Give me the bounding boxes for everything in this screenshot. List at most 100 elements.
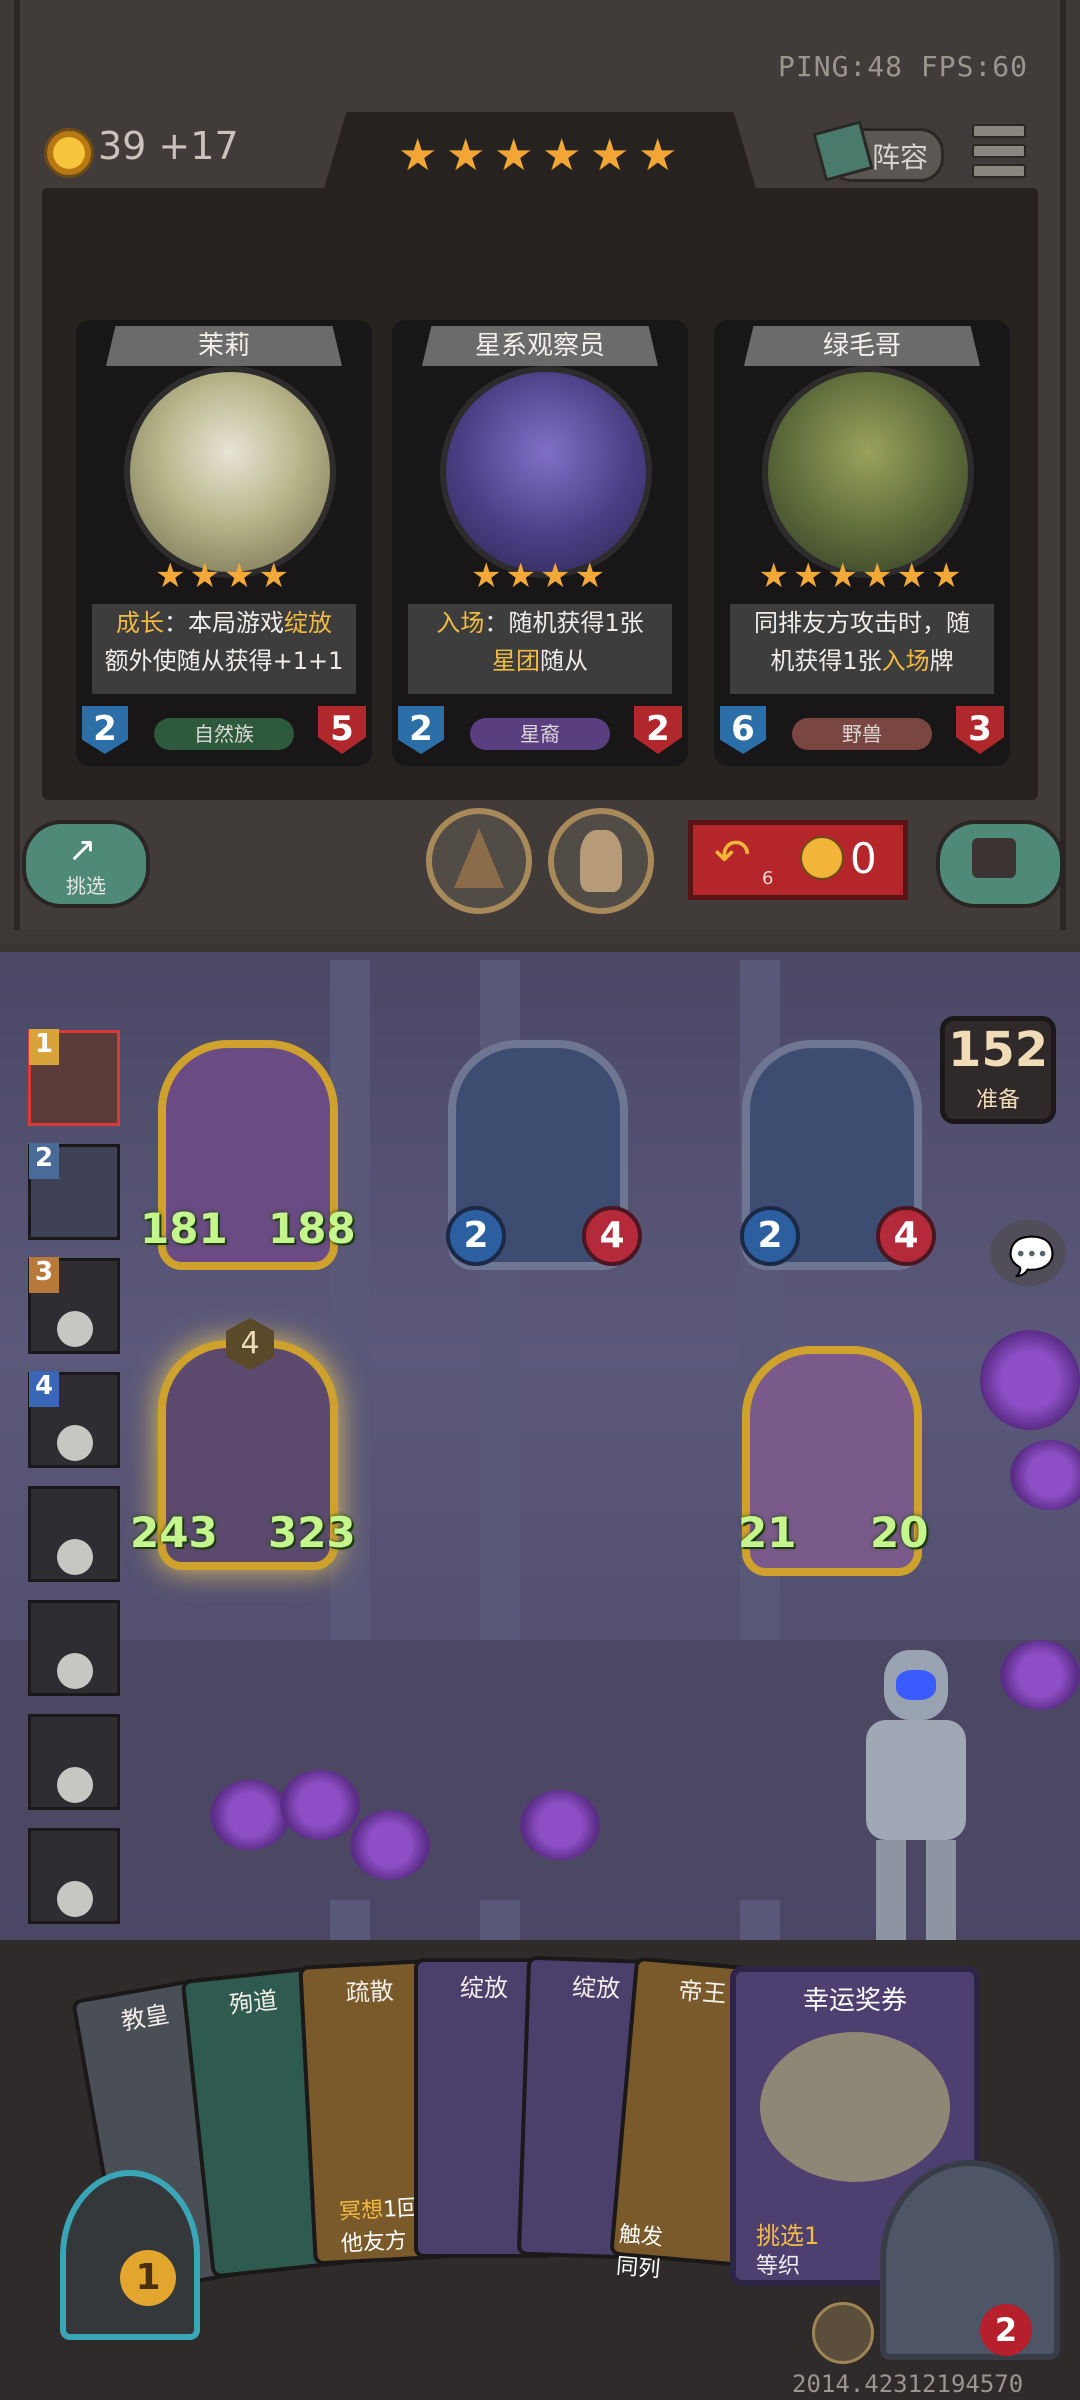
card-stars: ★★★★ [155,556,293,596]
rose-decoration [210,1780,290,1850]
rose-decoration [520,1790,600,1860]
desc-text: 牌 [929,647,954,675]
card-stars: ★★★★★★ [758,556,966,596]
card-attack: 6 [720,706,766,754]
hand-card-text: 挑选1 [756,2222,820,2250]
card-tribe: 自然族 [154,718,294,750]
desc-text: 机获得1张 [770,647,882,675]
tavern-star-tab [320,112,760,202]
minion-attack: 2 [740,1206,800,1266]
card-portrait [440,366,652,578]
keyword: 星团 [492,647,540,675]
hand-card-text: 等织 [756,2254,801,2279]
opponent-hero-portrait[interactable] [880,2160,1060,2360]
rank-entry-7[interactable] [28,1714,120,1810]
arrow-up-right-icon: ↗ [68,830,97,870]
rank-entry-8[interactable] [28,1828,120,1924]
skull-icon [57,1653,93,1689]
desc-text: ：随机获得1张 [484,609,644,637]
rank-entry-2[interactable]: 2 [28,1143,120,1240]
skull-icon [57,1425,93,1461]
card-description: 同排友方攻击时，随机获得1张入场牌 [730,604,994,694]
hand-card-text: 同列 [615,2254,662,2283]
desc-text: 额外使随从获得+1+1 [104,647,344,675]
emblem-button[interactable] [812,2302,874,2364]
opponent-health: 2 [980,2304,1032,2356]
rank-entry-6[interactable] [28,1600,120,1696]
player-rank-list: 1 2 3 4 [10,1020,120,1940]
card-attack: 2 [82,706,128,754]
keyword: 入场 [881,647,930,675]
trophy-icon [760,2032,950,2182]
minion-health: 323 [268,1508,356,1557]
minion-health: 4 [876,1206,936,1266]
menu-button[interactable] [972,124,1026,180]
tavern-star-icon: ★ [446,130,486,181]
hand-card-text: 触发 同列 [615,2216,664,2284]
lock-icon [972,838,1016,878]
shop-card-galaxy-observer[interactable]: 星系观察员 ★★★★ 入场：随机获得1张星团随从 2 星裔 2 [392,320,688,766]
card-stars: ★★★★ [471,556,609,596]
minion-attack: 243 [130,1508,218,1557]
card-health: 2 [634,706,682,754]
rank-entry-3[interactable]: 3 [28,1257,120,1354]
desc-text: ：本局游戏 [164,609,284,637]
rank-number: 4 [29,1371,59,1407]
gold-coin-icon [800,836,844,880]
rank-number: 1 [29,1029,59,1065]
tavern-star-icon: ★ [590,130,630,181]
gold-coin-icon [44,128,94,178]
card-name: 茉莉 [106,326,342,366]
refresh-gold-cost: 0 [850,834,877,883]
build-version: 2014.42312194570 [792,2370,1024,2398]
card-description: 成长：本局游戏绽放 额外使随从获得+1+1 [92,604,356,694]
skull-icon [57,1311,93,1347]
rose-decoration [980,1330,1080,1430]
tavern-star-icon: ★ [542,130,582,181]
card-portrait [762,366,974,578]
keyword: 入场 [436,609,485,637]
minion-health: 4 [582,1206,642,1266]
hand-card-text: 触发 [617,2222,664,2251]
robot-body [866,1720,966,1840]
rose-decoration [280,1770,360,1840]
doll-icon [580,830,622,892]
rose-decoration [350,1810,430,1880]
menu-bar-icon [972,164,1026,178]
keyword: 绽放 [284,609,332,637]
skull-icon [57,1767,93,1803]
robot-hero-figure [820,1650,1020,1970]
shop-card-jasmine[interactable]: 茉莉 ★★★★ 成长：本局游戏绽放 额外使随从获得+1+1 2 自然族 5 [76,320,372,766]
ready-timer-value: 152 [948,1022,1049,1078]
shop-card-green-bird[interactable]: 绿毛哥 ★★★★★★ 同排友方攻击时，随机获得1张入场牌 6 野兽 3 [714,320,1010,766]
desc-text: 随从 [540,647,588,675]
card-name: 星系观察员 [422,326,658,366]
rank-entry-5[interactable] [28,1486,120,1582]
tavern-star-icon: ★ [398,130,438,181]
desc-text: 同排友方攻击时，随 [754,609,970,637]
card-health: 3 [956,706,1004,754]
rank-entry-1[interactable]: 1 [28,1029,120,1126]
rank-entry-4[interactable]: 4 [28,1371,120,1468]
tavern-star-icon: ★ [494,130,534,181]
rank-number: 2 [29,1143,59,1179]
ready-label: 准备 [975,1088,1020,1113]
minion-health: 20 [870,1508,929,1557]
card-attack: 2 [398,706,444,754]
chat-bubble-icon: 💬 [1008,1234,1056,1278]
menu-bar-icon [972,144,1026,158]
minion-health: 188 [268,1204,356,1253]
card-tribe: 野兽 [792,718,932,750]
card-tribe: 星裔 [470,718,610,750]
minion-attack: 21 [738,1508,797,1557]
lineup-label: 阵容 [872,141,929,174]
skull-icon [57,1539,93,1575]
card-name: 绿毛哥 [744,326,980,366]
pick-label: 挑选 [66,874,106,898]
keyword: 冥想 [338,2197,384,2226]
skull-icon [57,1881,93,1917]
minion-attack: 2 [446,1206,506,1266]
tavern-star-icon: ★ [638,130,678,181]
robot-visor [896,1670,936,1700]
card-description: 入场：随机获得1张星团随从 [408,604,672,694]
